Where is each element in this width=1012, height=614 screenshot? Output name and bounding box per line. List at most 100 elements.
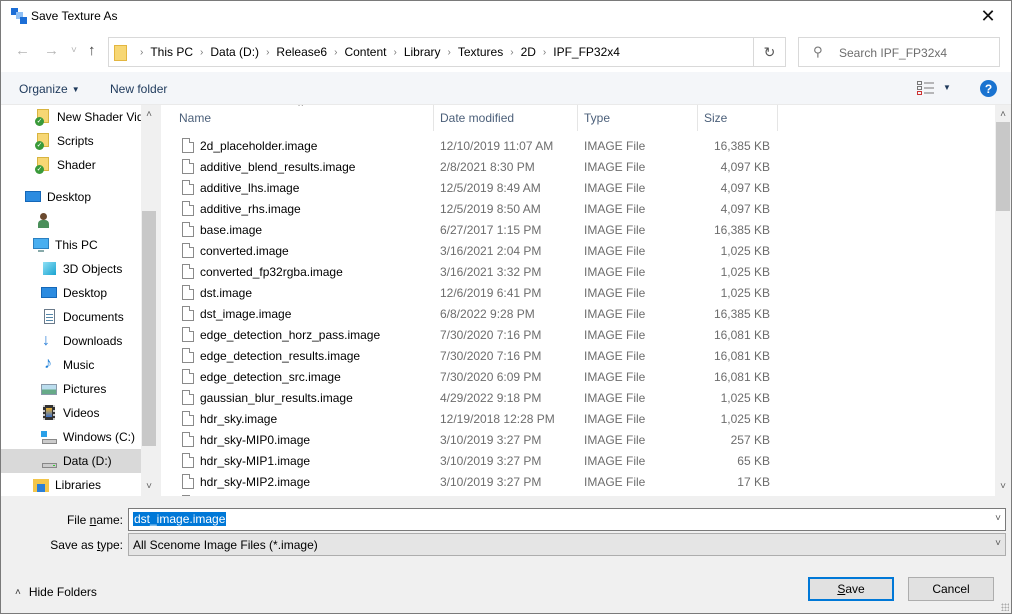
file-date-modified: 12/19/2018 12:28 PM [440,412,555,426]
file-row[interactable]: dst_image.image 6/8/2022 9:28 PM IMAGE Fil… [161,304,995,325]
scroll-up-icon[interactable]: ˄ [995,109,1011,120]
file-row-partial[interactable] [161,493,995,496]
windows-drive-icon [41,429,57,445]
file-row[interactable]: converted_fp32rgba.image 3/16/2021 3:32 P… [161,262,995,283]
breadcrumb-item[interactable]: 2D [521,45,536,59]
breadcrumb-separator-icon[interactable]: › [448,47,451,58]
file-row[interactable]: dst.image 12/6/2019 6:41 PM IMAGE File 1,02… [161,283,995,304]
column-header-name[interactable]: Name [173,105,434,131]
breadcrumb-item[interactable]: Library [404,45,441,59]
hide-folders-button[interactable]: ˄ Hide Folders [15,585,97,599]
scroll-up-icon[interactable]: ˄ [141,109,157,120]
sidebar-item-libraries[interactable]: Libraries [33,473,101,496]
organize-button[interactable]: Organize ▼ [19,82,80,96]
column-header-date-modified[interactable]: Date modified [434,105,578,131]
view-options-icon[interactable] [917,81,935,95]
up-button[interactable]: ↑ [88,42,96,59]
sidebar-item-documents[interactable]: Documents [41,305,124,329]
new-folder-button[interactable]: New folder [110,82,167,96]
sidebar-item-new-shader-videos[interactable]: ✓ New Shader Videos [35,105,157,129]
chevron-down-icon: ˅ [71,45,77,56]
address-bar[interactable]: › This PC › Data (D:) › Release6 › Content › Libr… [108,37,809,67]
videos-icon [41,405,57,421]
breadcrumb-item[interactable]: Release6 [276,45,327,59]
breadcrumb-separator-icon[interactable]: › [393,47,396,58]
column-header-size[interactable]: Size [698,105,778,131]
help-icon[interactable]: ? [980,80,997,97]
recent-locations-button[interactable]: ˅ [71,45,77,56]
sidebar-item-label: Data (D:) [63,454,112,468]
breadcrumb-separator-icon[interactable]: › [266,47,269,58]
sidebar-item-data-d[interactable]: Data (D:) [1,449,141,473]
breadcrumb-item[interactable]: Textures [458,45,503,59]
downloads-icon: ↓ [42,332,50,349]
file-row[interactable]: hdr_sky-MIP2.image 3/10/2019 3:27 PM IMAGE… [161,472,995,493]
file-row[interactable]: edge_detection_horz_pass.image 7/30/2020 … [161,325,995,346]
scrollbar-thumb[interactable] [142,211,156,446]
file-date-modified: 12/10/2019 11:07 AM [440,139,554,153]
cancel-button[interactable]: Cancel [908,577,994,601]
scrollbar-thumb[interactable] [996,122,1010,211]
file-row[interactable]: additive_blend_results.image 2/8/2021 8:3… [161,157,995,178]
column-header-type[interactable]: Type [578,105,698,131]
file-size: 1,025 KB [720,391,770,405]
breadcrumb-separator-icon[interactable]: › [334,47,337,58]
file-row[interactable]: base.image 6/27/2017 1:15 PM IMAGE File 16,… [161,220,995,241]
sidebar-item-scripts[interactable]: ✓ Scripts [35,129,94,153]
file-icon [182,180,194,195]
sidebar-item-pictures[interactable]: Pictures [41,377,106,401]
scroll-down-icon[interactable]: ˅ [995,481,1011,492]
file-row[interactable]: additive_rhs.image 12/5/2019 8:50 AM IMAGE… [161,199,995,220]
file-row[interactable]: edge_detection_src.image 7/30/2020 6:09 P… [161,367,995,388]
search-input[interactable]: ⚲ Search IPF_FP32x4 [798,37,1000,67]
close-button[interactable]: ✕ [965,1,1011,32]
file-row[interactable]: gaussian_blur_results.image 4/29/2022 9:1… [161,388,995,409]
sidebar-item-this-pc[interactable]: This PC [33,233,98,257]
chevron-down-icon[interactable]: ˅ [995,513,1001,524]
sidebar-item-3d-objects[interactable]: 3D Objects [41,257,122,281]
organize-label: Organize [19,82,68,96]
file-row[interactable]: edge_detection_results.image 7/30/2020 7:… [161,346,995,367]
breadcrumb-separator-icon[interactable]: › [140,47,143,58]
file-date-modified: 7/30/2020 6:09 PM [440,370,542,384]
file-size: 4,097 KB [720,181,770,195]
save-button[interactable]: Save [808,577,894,601]
sidebar-item-desktop[interactable]: Desktop [41,281,107,305]
forward-button[interactable]: → [44,42,59,59]
resize-grip[interactable] [1001,603,1009,611]
breadcrumb-separator-icon[interactable]: › [510,47,513,58]
breadcrumb-separator-icon[interactable]: › [200,47,203,58]
back-button[interactable]: ← [15,42,30,59]
file-type: IMAGE File [584,223,646,237]
sidebar-item-user[interactable] [35,209,57,233]
sidebar-item-videos[interactable]: Videos [41,401,99,425]
folder-synced-icon: ✓ [35,133,51,150]
breadcrumb-item[interactable]: Data (D:) [210,45,259,59]
view-dropdown-button[interactable]: ▼ [943,83,951,92]
sidebar-item-music[interactable]: ♪ Music [41,353,94,377]
scroll-down-icon[interactable]: ˅ [141,481,157,492]
refresh-button[interactable]: ↻ [754,37,786,67]
save-as-type-select[interactable]: All Scenome Image Files (*.image) ˅ [128,533,1006,556]
breadcrumb-item[interactable]: This PC [150,45,193,59]
refresh-icon: ↻ [763,43,776,60]
breadcrumb-item[interactable]: Content [344,45,386,59]
file-row[interactable]: 2d_placeholder.image 12/10/2019 11:07 AM I… [161,136,995,157]
sidebar-item-shader[interactable]: ✓ Shader [35,153,96,177]
file-row[interactable]: hdr_sky-MIP1.image 3/10/2019 3:27 PM IMAGE… [161,451,995,472]
file-row[interactable]: hdr_sky.image 12/19/2018 12:28 PM IMAGE Fi… [161,409,995,430]
file-row[interactable]: hdr_sky-MIP0.image 3/10/2019 3:27 PM IMAGE… [161,430,995,451]
navigation-pane-scrollbar[interactable]: ˄ ˅ [141,105,157,496]
file-icon [182,474,194,489]
file-size: 4,097 KB [720,202,770,216]
file-name-input[interactable]: dst_image.image ˅ [128,508,1006,531]
breadcrumb-separator-icon[interactable]: › [543,47,546,58]
file-list-scrollbar[interactable]: ˄ ˅ [995,105,1011,496]
sidebar-item-desktop[interactable]: Desktop [25,185,91,209]
sidebar-item-downloads[interactable]: ↓ Downloads [41,329,122,353]
sidebar-item-windows-c[interactable]: Windows (C:) [41,425,135,449]
breadcrumb-item[interactable]: IPF_FP32x4 [553,45,620,59]
file-name: additive_blend_results.image [200,160,356,174]
file-row[interactable]: converted.image 3/16/2021 2:04 PM IMAGE Fi… [161,241,995,262]
file-row[interactable]: additive_lhs.image 12/5/2019 8:49 AM IMAGE… [161,178,995,199]
